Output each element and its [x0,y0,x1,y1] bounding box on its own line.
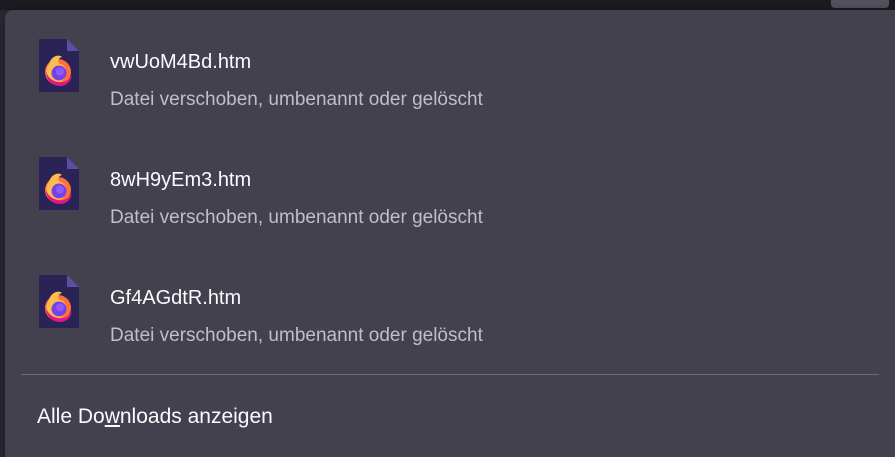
downloads-panel: vwUoM4Bd.htm Datei verschoben, umbenannt… [5,10,895,457]
firefox-html-file-icon [35,156,83,212]
background-toolbar-strip [0,0,895,10]
download-status: Datei verschoben, umbenannt oder gelösch… [110,325,483,346]
show-all-downloads-label: Alle Downloads anzeigen [37,404,273,430]
firefox-html-file-icon [35,274,83,330]
download-item[interactable]: vwUoM4Bd.htm Datei verschoben, umbenannt… [21,14,879,126]
background-toolbar-button [831,0,889,8]
panel-separator [21,374,879,375]
download-status: Datei verschoben, umbenannt oder gelösch… [110,207,483,228]
download-filename: vwUoM4Bd.htm [110,51,252,73]
download-status: Datei verschoben, umbenannt oder gelösch… [110,89,483,110]
show-all-downloads-button[interactable]: Alle Downloads anzeigen [21,394,879,440]
download-filename: 8wH9yEm3.htm [110,169,252,191]
show-all-label-start: Alle Do [37,405,105,428]
show-all-label-end: nloads anzeigen [119,405,273,428]
firefox-html-file-icon [35,38,83,94]
download-filename: Gf4AGdtR.htm [110,287,242,309]
show-all-label-accesskey: w [104,405,120,428]
download-item[interactable]: 8wH9yEm3.htm Datei verschoben, umbenannt… [21,132,879,244]
download-item[interactable]: Gf4AGdtR.htm Datei verschoben, umbenannt… [21,250,879,362]
